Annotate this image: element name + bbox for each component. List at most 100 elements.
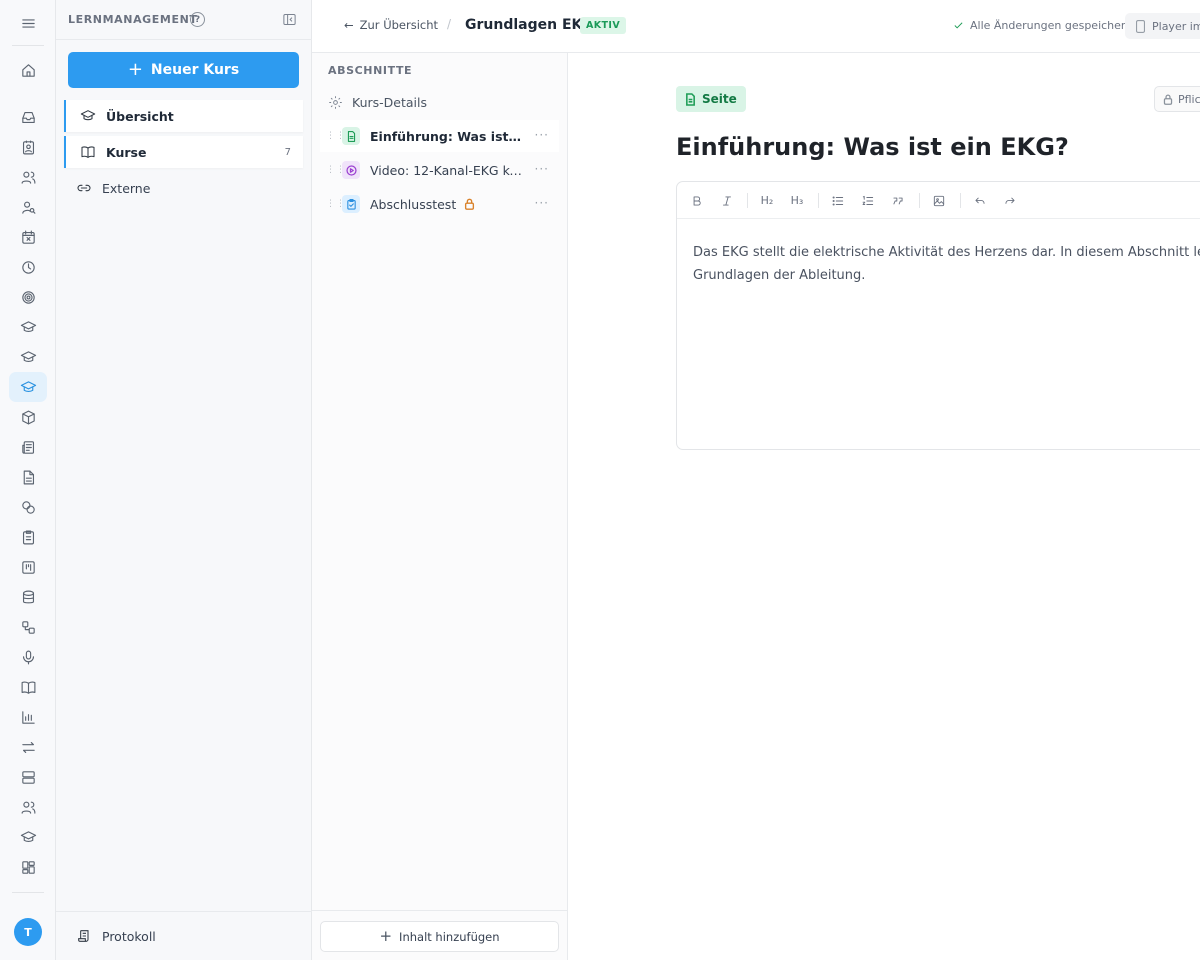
undo-icon[interactable] (971, 192, 989, 209)
bar-chart-icon[interactable] (9, 702, 47, 732)
back-label: Zur Übersicht (359, 18, 439, 32)
bullet-list-icon[interactable] (829, 192, 847, 209)
contact-card-icon[interactable] (9, 132, 47, 162)
graduation-cap-icon (80, 108, 96, 124)
content-type-label: Seite (702, 92, 737, 106)
section-title: Abschlusstest (370, 196, 457, 212)
arrows-exchange-icon[interactable] (9, 732, 47, 762)
rich-text-editor[interactable]: H₂ H₃ Das EKG stellt die elektrische Akt… (676, 181, 1200, 450)
more-options-icon[interactable]: ··· (535, 162, 549, 176)
courses-count-badge: 7 (284, 146, 291, 158)
bold-icon[interactable] (688, 192, 706, 209)
plus-icon: + (127, 59, 143, 80)
save-status: Alle Änderungen gespeichert (953, 19, 1130, 32)
section-title: Video: 12-Kanal-EKG korrekt anlegen (370, 162, 522, 178)
nav-item-overview[interactable]: Übersicht (64, 100, 303, 132)
course-details-link[interactable]: Kurs-Details (328, 93, 427, 111)
collapse-sidebar-icon[interactable] (282, 12, 297, 27)
editor-content[interactable]: Das EKG stellt die elektrische Aktivität… (693, 241, 1200, 287)
home-icon[interactable] (9, 55, 47, 85)
image-icon[interactable] (930, 192, 948, 209)
database-icon[interactable] (9, 582, 47, 612)
page-icon (342, 127, 360, 145)
sections-panel: ABSCHNITTE Kurs-Details ⋮⋮ Einführung: W… (312, 53, 568, 960)
back-to-overview-link[interactable]: ← Zur Übersicht (344, 18, 438, 32)
nav-item-label: Kurse (106, 144, 147, 160)
inbox-icon[interactable] (9, 102, 47, 132)
heading-2-button[interactable]: H₂ (758, 192, 776, 209)
link-icon (76, 180, 92, 196)
dashboard-grid-icon[interactable] (9, 852, 47, 882)
section-item[interactable]: ⋮⋮ Einführung: Was ist ein EKG? ··· (320, 120, 559, 152)
team-icon[interactable] (9, 792, 47, 822)
package-icon[interactable] (9, 402, 47, 432)
section-item[interactable]: ⋮⋮ Video: 12-Kanal-EKG korrekt anlegen ·… (320, 154, 559, 186)
graduation-cap-icon[interactable] (9, 822, 47, 852)
video-play-icon (342, 161, 360, 179)
content-editor: Seite Pflicht Einführung: Was ist ein EK… (568, 53, 1200, 960)
newspaper-icon[interactable] (9, 432, 47, 462)
clock-icon[interactable] (9, 252, 47, 282)
server-icon[interactable] (9, 762, 47, 792)
scroll-icon (76, 928, 92, 944)
clipboard-list-icon[interactable] (9, 522, 47, 552)
workflow-icon[interactable] (9, 612, 47, 642)
quiz-clipboard-icon (342, 195, 360, 213)
toolbar-divider (960, 193, 961, 208)
kanban-icon[interactable] (9, 552, 47, 582)
phone-icon (1136, 19, 1145, 33)
protocol-link[interactable]: Protokoll (56, 911, 312, 960)
module-header: LERNMANAGEMENT ? (56, 0, 312, 40)
add-content-button[interactable]: + Inhalt hinzufügen (320, 921, 559, 952)
graduation-cap-icon[interactable] (9, 342, 47, 372)
toolbar-divider (919, 193, 920, 208)
rail-divider (12, 892, 44, 893)
menu-icon[interactable] (9, 8, 47, 38)
more-options-icon[interactable]: ··· (535, 128, 549, 142)
page-icon (686, 92, 695, 106)
file-text-icon[interactable] (9, 462, 47, 492)
target-icon[interactable] (9, 282, 47, 312)
calendar-x-icon[interactable] (9, 222, 47, 252)
lock-icon (1163, 94, 1173, 105)
more-options-icon[interactable]: ··· (535, 196, 549, 210)
required-toggle[interactable]: Pflicht (1154, 86, 1200, 112)
drag-handle-icon[interactable]: ⋮⋮ (326, 132, 345, 141)
nav-item-courses[interactable]: Kurse 7 (64, 136, 303, 168)
drag-handle-icon[interactable]: ⋮⋮ (326, 200, 345, 209)
learning-management-icon[interactable] (9, 372, 47, 402)
arrow-left-icon: ← (344, 18, 354, 32)
editor-toolbar: H₂ H₃ (677, 182, 1200, 219)
italic-icon[interactable] (718, 192, 736, 209)
nav-item-external[interactable]: Externe (64, 172, 303, 204)
question-circle-icon[interactable]: ? (190, 12, 205, 27)
section-item[interactable]: ⋮⋮ Abschlusstest ··· (320, 188, 559, 220)
section-title: Einführung: Was ist ein EKG? (370, 128, 522, 144)
microphone-icon[interactable] (9, 642, 47, 672)
redo-icon[interactable] (1001, 192, 1019, 209)
numbered-list-icon[interactable] (859, 192, 877, 209)
nav-item-label: Übersicht (106, 108, 174, 124)
drag-handle-icon[interactable]: ⋮⋮ (326, 166, 345, 175)
icon-rail: T (0, 0, 56, 960)
add-content-label: Inhalt hinzufügen (399, 929, 500, 944)
sections-heading: ABSCHNITTE (328, 64, 413, 77)
sections-footer: + Inhalt hinzufügen (312, 910, 568, 960)
page-title[interactable]: Einführung: Was ist ein EKG? (676, 133, 1069, 161)
graduation-cap-icon[interactable] (9, 312, 47, 342)
player-preview-button[interactable]: Player im Browser (1125, 13, 1200, 39)
book-open-icon[interactable] (9, 672, 47, 702)
heading-3-button[interactable]: H₃ (788, 192, 806, 209)
content-type-badge: Seite (676, 86, 746, 112)
coins-icon[interactable] (9, 492, 47, 522)
user-search-icon[interactable] (9, 192, 47, 222)
module-sidebar: LERNMANAGEMENT ? + Neuer Kurs Übersicht … (56, 0, 312, 960)
paragraph-line: Grundlagen der Ableitung. (693, 268, 866, 283)
new-course-button[interactable]: + Neuer Kurs (68, 52, 299, 88)
quote-icon[interactable] (889, 192, 907, 209)
user-avatar[interactable]: T (14, 918, 42, 946)
breadcrumb-separator: / (447, 17, 452, 31)
users-icon[interactable] (9, 162, 47, 192)
plus-icon: + (379, 927, 393, 945)
new-course-label: Neuer Kurs (150, 62, 240, 78)
